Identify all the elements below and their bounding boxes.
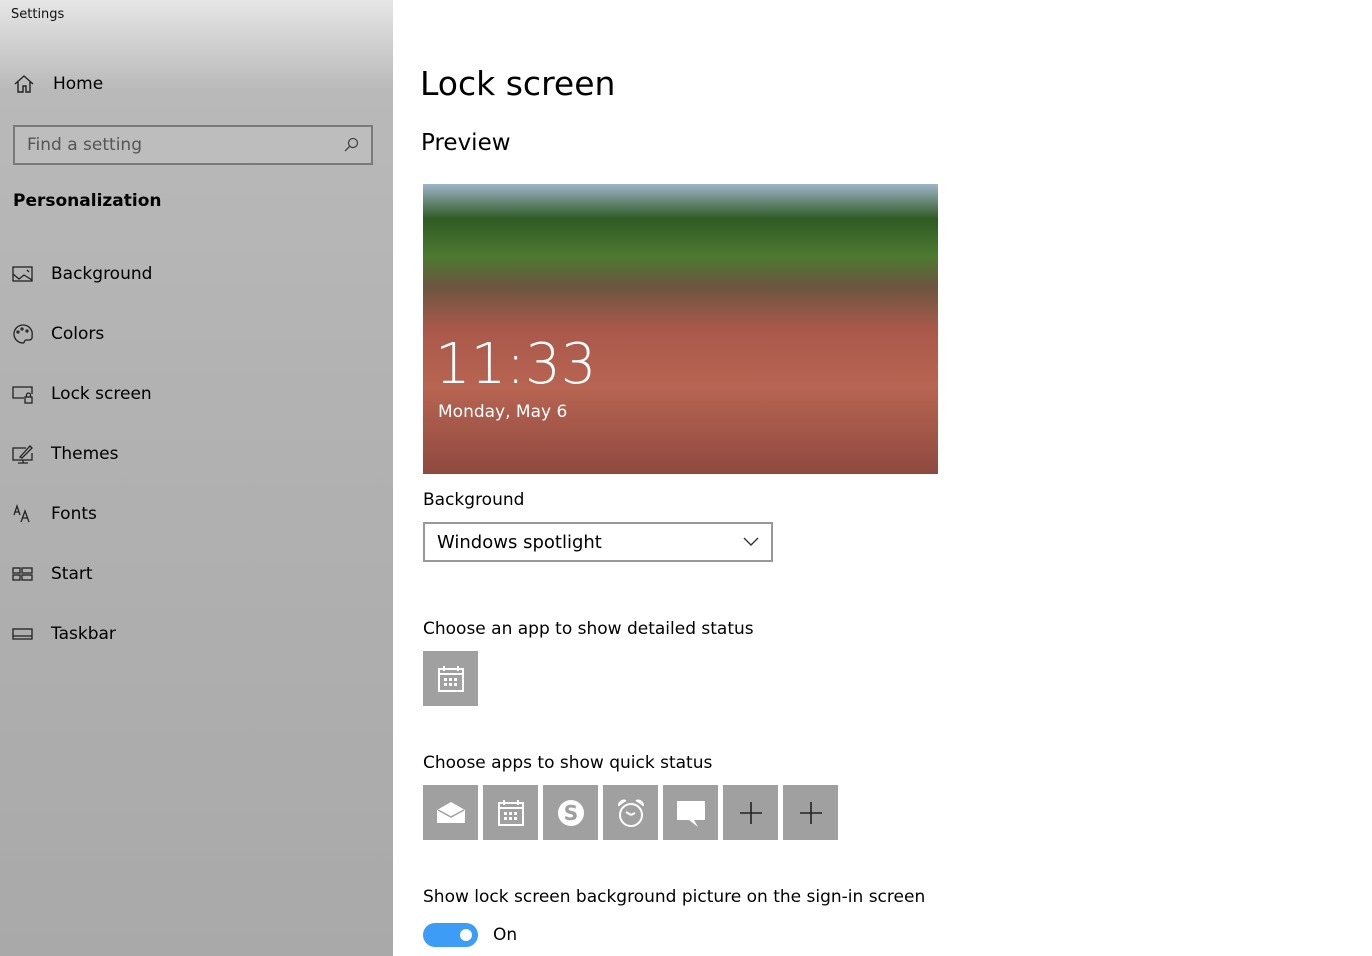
calendar-icon	[437, 665, 464, 692]
app-title: Settings	[11, 7, 65, 22]
search-input[interactable]: Find a setting	[13, 125, 373, 165]
preview-date: Monday, May 6	[438, 402, 568, 422]
alarm-icon	[617, 799, 644, 827]
sidebar-item-label: Taskbar	[51, 624, 116, 644]
message-icon	[676, 800, 705, 827]
calendar-icon	[497, 799, 524, 826]
plus-icon	[799, 801, 822, 824]
sidebar-item-start[interactable]: Start	[12, 564, 93, 584]
fonts-icon	[13, 504, 30, 523]
quick-status-mail-button[interactable]	[423, 785, 478, 840]
sidebar-item-taskbar[interactable]: Taskbar	[12, 624, 116, 644]
sidebar-item-label: Themes	[51, 444, 119, 464]
home-icon	[14, 75, 34, 93]
detailed-status-app-button[interactable]	[423, 651, 478, 706]
picture-icon	[12, 266, 33, 282]
sidebar-item-themes[interactable]: Themes	[12, 444, 119, 464]
page-title: Lock screen	[420, 64, 616, 103]
themes-icon	[12, 445, 33, 464]
background-label: Background	[423, 490, 525, 510]
home-label: Home	[53, 74, 104, 94]
sidebar-item-colors[interactable]: Colors	[12, 324, 104, 344]
skype-icon: S	[557, 799, 584, 826]
sidebar-item-fonts[interactable]: Fonts	[12, 504, 97, 524]
toggle-state: On	[493, 925, 518, 945]
search-icon[interactable]	[343, 137, 359, 153]
preview-time: 11:33	[435, 332, 597, 397]
quick-status-label: Choose apps to show quick status	[423, 753, 713, 773]
lock-screen-icon	[12, 386, 33, 404]
sidebar-item-label: Start	[51, 564, 93, 584]
detailed-status-label: Choose an app to show detailed status	[423, 619, 754, 639]
sidebar-item-label: Colors	[51, 324, 105, 344]
signin-picture-label: Show lock screen background picture on t…	[423, 887, 926, 907]
category-heading: Personalization	[13, 191, 162, 211]
chevron-down-icon	[743, 537, 759, 546]
sidebar-item-label: Lock screen	[51, 384, 152, 404]
svg-text:S: S	[563, 801, 577, 825]
background-value: Windows spotlight	[437, 531, 602, 553]
quick-status-calendar-button[interactable]	[483, 785, 538, 840]
sidebar-item-label: Background	[51, 264, 153, 284]
sidebar-item-label: Fonts	[51, 504, 97, 524]
preview-heading: Preview	[421, 130, 511, 156]
quick-status-add-button[interactable]	[783, 785, 838, 840]
mail-icon	[436, 801, 465, 823]
start-icon	[12, 567, 33, 581]
sidebar: Settings Home Find a setting Personaliza…	[0, 0, 393, 956]
plus-icon	[739, 801, 762, 824]
quick-status-skype-button[interactable]: S	[543, 785, 598, 840]
background-dropdown[interactable]: Windows spotlight	[423, 522, 773, 562]
search-placeholder: Find a setting	[27, 135, 142, 155]
quick-status-alarm-button[interactable]	[603, 785, 658, 840]
taskbar-icon	[12, 628, 33, 640]
sidebar-item-background[interactable]: Background	[12, 264, 152, 284]
palette-icon	[13, 324, 33, 344]
lock-screen-preview: 11:33 Monday, May 6	[423, 184, 938, 474]
sidebar-item-lock-screen[interactable]: Lock screen	[12, 384, 152, 404]
sidebar-home[interactable]: Home	[13, 74, 103, 94]
quick-status-message-button[interactable]	[663, 785, 718, 840]
signin-picture-toggle[interactable]	[423, 923, 478, 947]
quick-status-add-button[interactable]	[723, 785, 778, 840]
